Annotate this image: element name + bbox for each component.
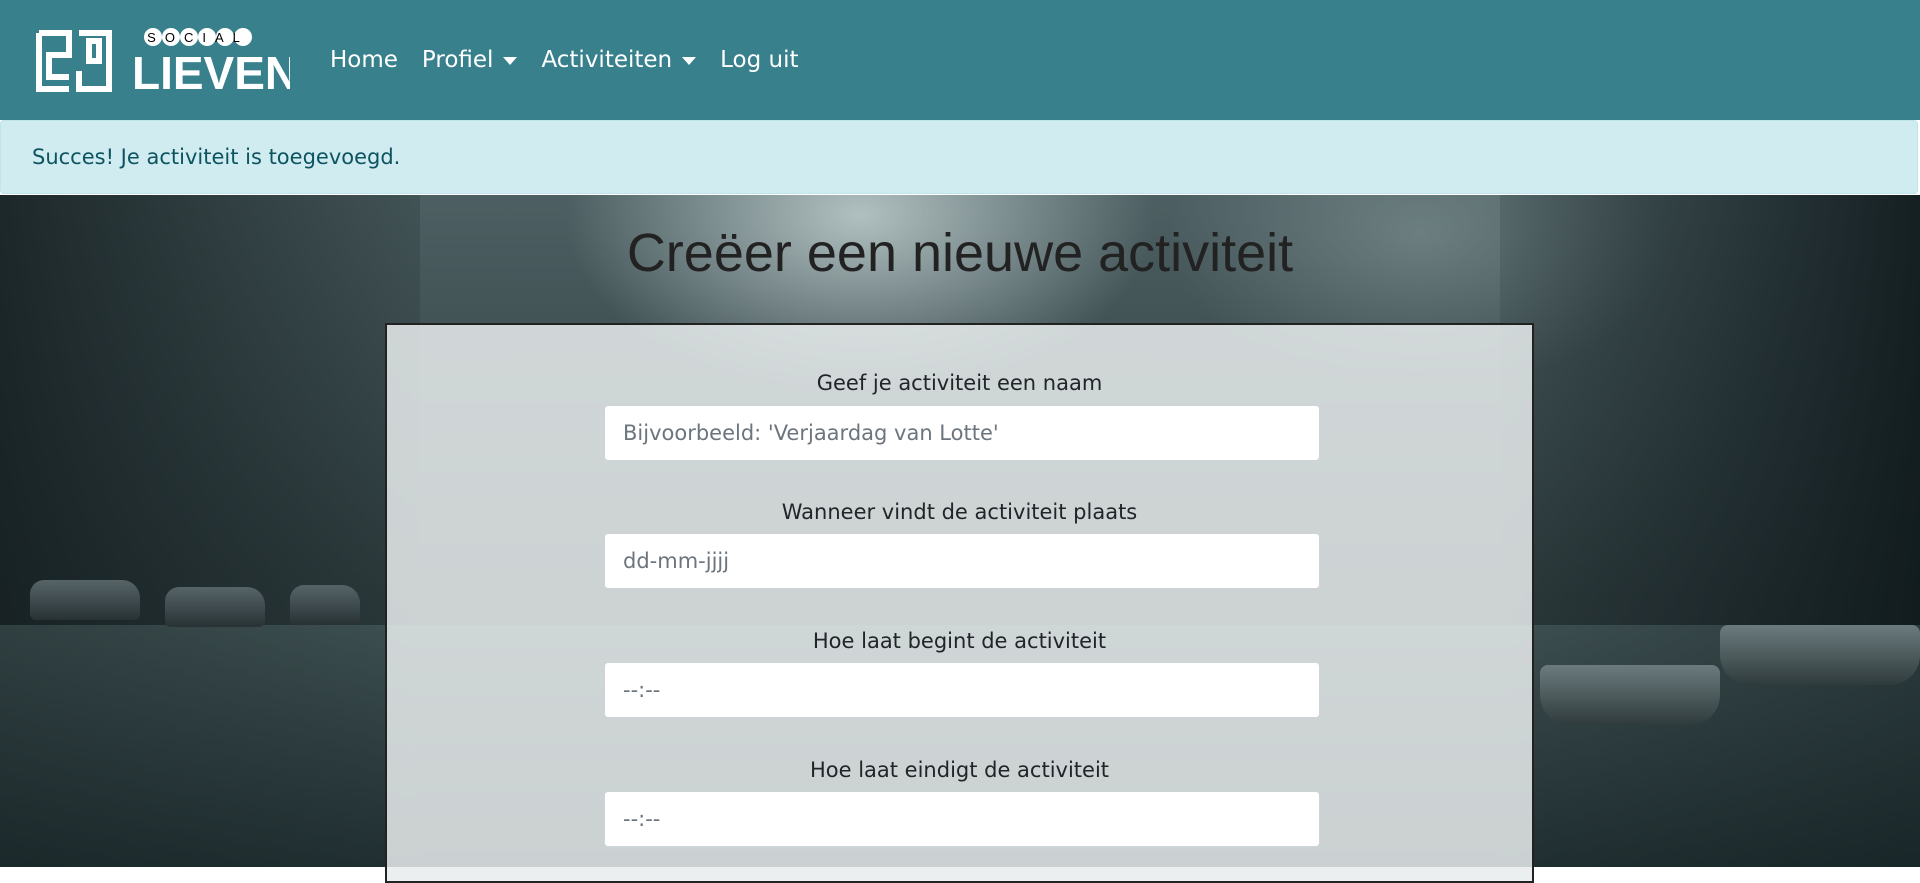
nav-activiteiten-dropdown[interactable]: Activiteiten (541, 47, 697, 73)
name-label: Geef je activiteit een naam (816, 371, 1103, 395)
logo-lieven-text: LIEVEN (132, 47, 290, 95)
page-title: Creëer een nieuwe activiteit (626, 223, 1294, 283)
end-time-label: Hoe laat eindigt de activiteit (809, 758, 1110, 782)
start-time-input[interactable]: --:-- (604, 662, 1320, 718)
name-group: Geef je activiteit een naam Bijvoorbeeld… (387, 371, 1532, 461)
caret-down-icon (503, 57, 518, 65)
navbar: SOCIAL LIEVEN Home Profiel Activiteiten … (0, 0, 1920, 120)
background-boat (1540, 665, 1720, 725)
nav-home-label: Home (330, 47, 398, 73)
nav-logout-label: Log uit (720, 47, 799, 73)
activity-name-input[interactable]: Bijvoorbeeld: 'Verjaardag van Lotte' (604, 405, 1320, 461)
background-car (165, 587, 265, 627)
start-time-group: Hoe laat begint de activiteit --:-- (387, 629, 1532, 718)
nav-logout[interactable]: Log uit (720, 47, 798, 73)
success-alert: Succes! Je activiteit is toegevoegd. (0, 120, 1918, 194)
new-activity-form: Geef je activiteit een naam Bijvoorbeeld… (385, 323, 1534, 883)
date-label: Wanneer vindt de activiteit plaats (781, 500, 1138, 524)
end-time-input[interactable]: --:-- (604, 791, 1320, 847)
background-car (30, 580, 140, 620)
start-time-placeholder: --:-- (623, 678, 661, 702)
logo-social-text: SOCIAL (147, 30, 249, 45)
background-car (290, 585, 360, 625)
success-alert-message: Succes! Je activiteit is toegevoegd. (32, 145, 401, 169)
date-group: Wanneer vindt de activiteit plaats dd-mm… (387, 500, 1532, 589)
main-nav: Home Profiel Activiteiten Log uit (330, 0, 799, 120)
nav-activiteiten-label: Activiteiten (541, 47, 673, 73)
nav-profiel-dropdown[interactable]: Profiel (422, 47, 518, 73)
activity-date-placeholder: dd-mm-jjjj (623, 549, 730, 573)
social-lieven-logo[interactable]: SOCIAL LIEVEN (35, 25, 290, 95)
nav-home[interactable]: Home (330, 47, 398, 73)
activity-date-input[interactable]: dd-mm-jjjj (604, 533, 1320, 589)
background-boat (1720, 625, 1920, 685)
end-time-placeholder: --:-- (623, 807, 661, 831)
end-time-group: Hoe laat eindigt de activiteit --:-- (387, 758, 1532, 847)
activity-name-placeholder: Bijvoorbeeld: 'Verjaardag van Lotte' (623, 421, 999, 445)
nav-profiel-label: Profiel (421, 47, 494, 73)
caret-down-icon (682, 57, 697, 65)
start-time-label: Hoe laat begint de activiteit (812, 629, 1107, 653)
